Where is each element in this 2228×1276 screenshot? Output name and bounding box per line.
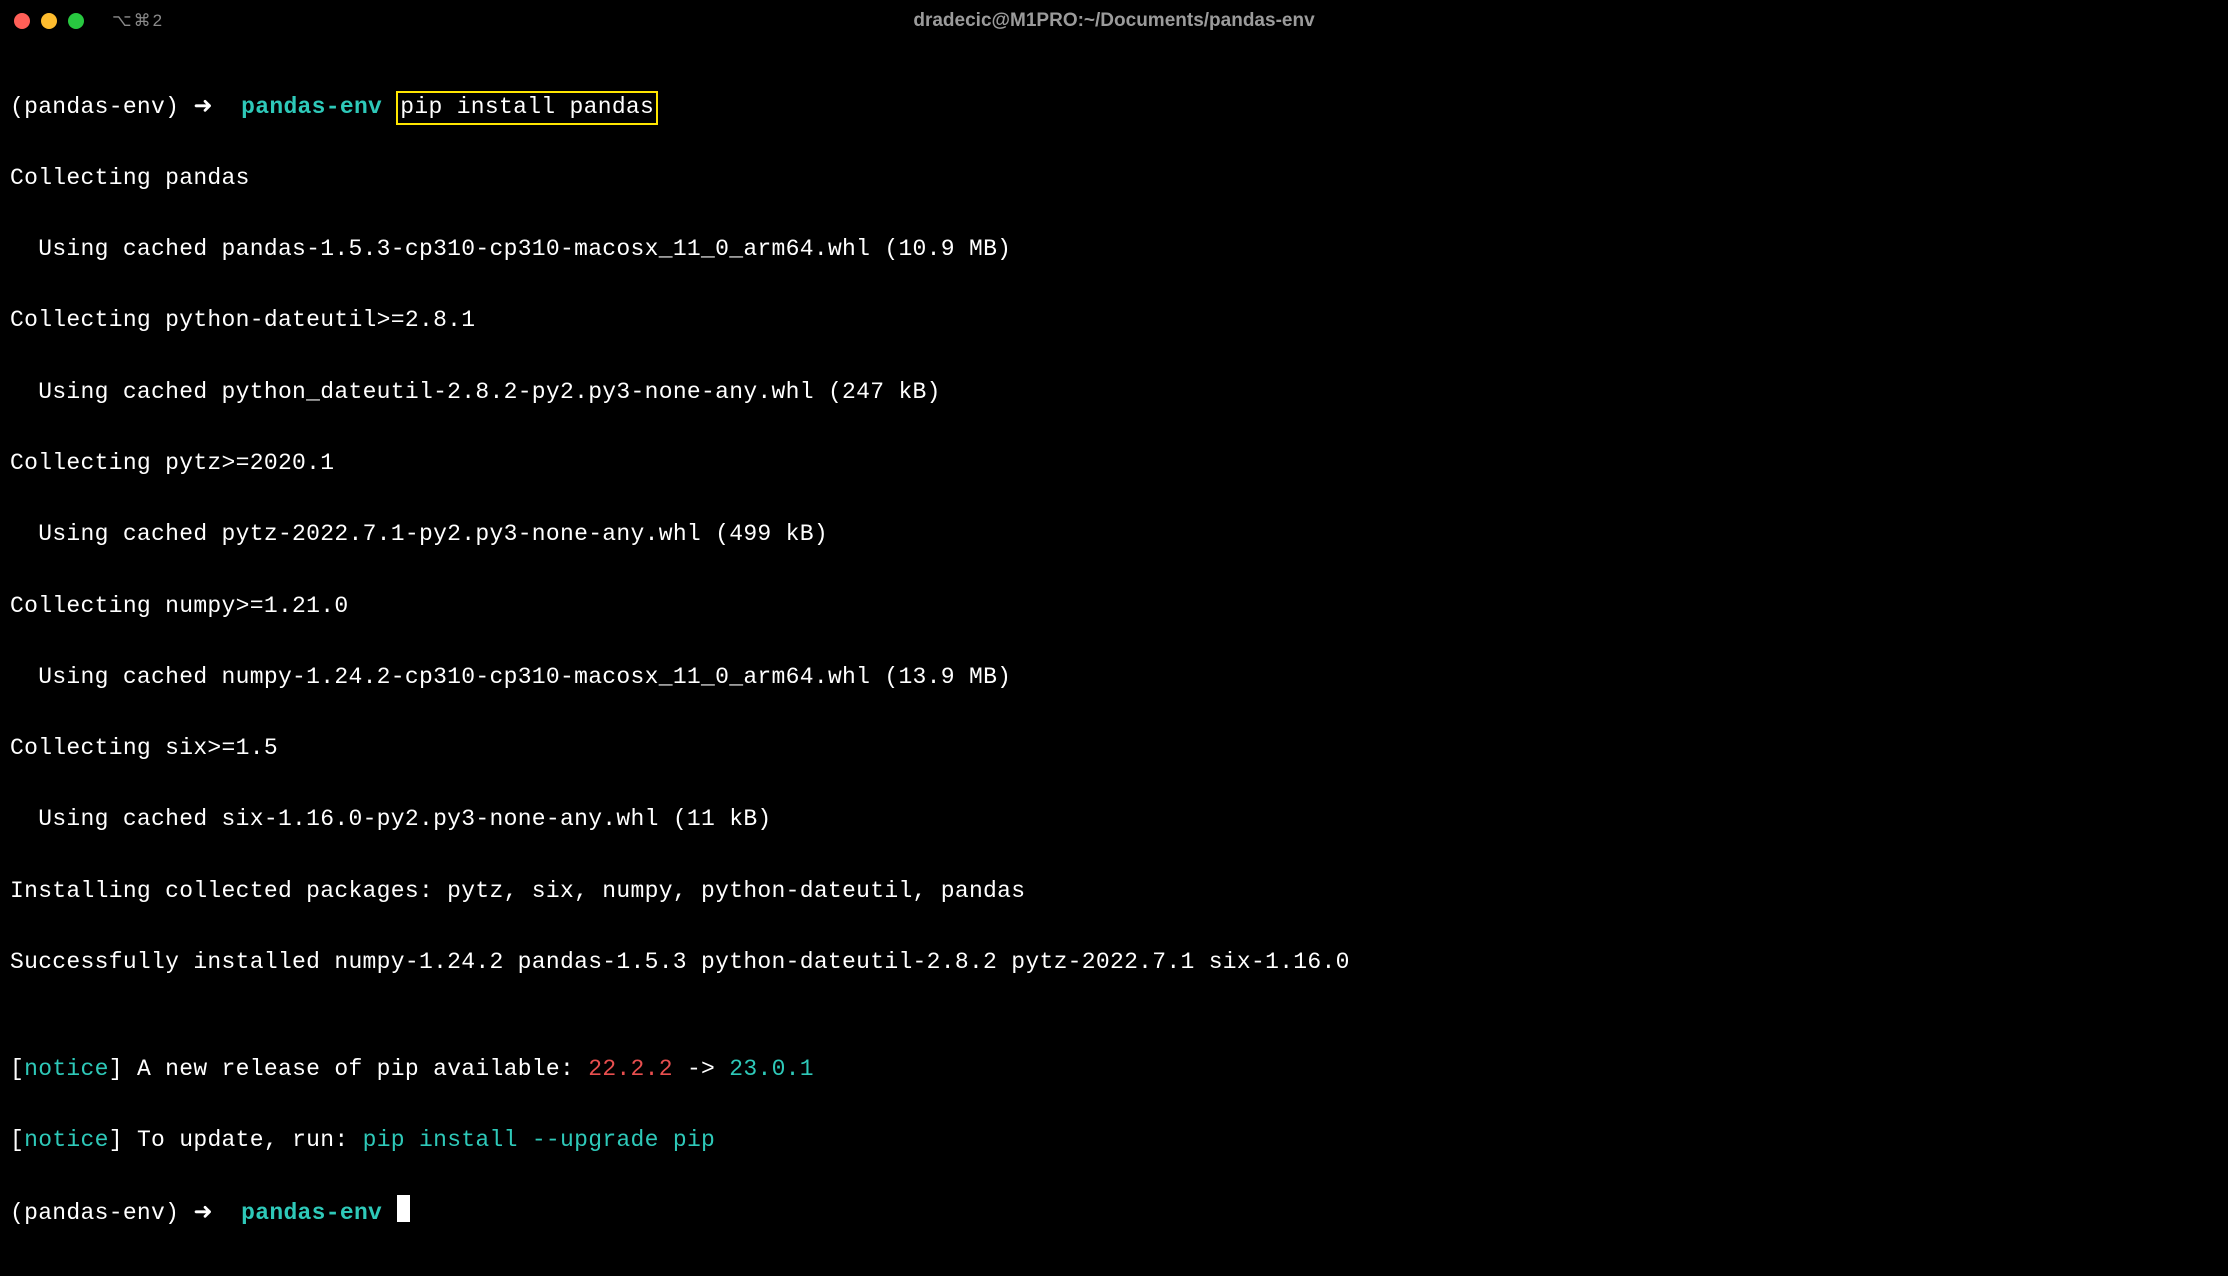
pip-upgrade-command: pip install --upgrade pip xyxy=(363,1127,716,1153)
output-line: Collecting numpy>=1.21.0 xyxy=(10,589,2218,625)
traffic-lights xyxy=(14,13,84,29)
output-line: Using cached python_dateutil-2.8.2-py2.p… xyxy=(10,375,2218,411)
window-titlebar: ⌥⌘2 dradecic@M1PRO:~/Documents/pandas-en… xyxy=(0,0,2228,42)
window-title: dradecic@M1PRO:~/Documents/pandas-env xyxy=(913,6,1314,35)
prompt-line-2: (pandas-env) ➜ pandas-env xyxy=(10,1195,2218,1232)
tab-shortcut-indicator: ⌥⌘2 xyxy=(112,8,164,34)
notice-text: To update, run: xyxy=(123,1127,363,1153)
bracket: [ xyxy=(10,1056,24,1082)
output-line: Using cached pytz-2022.7.1-py2.py3-none-… xyxy=(10,517,2218,553)
bracket: ] xyxy=(109,1127,123,1153)
output-line: Collecting pandas xyxy=(10,161,2218,197)
pip-old-version: 22.2.2 xyxy=(588,1056,673,1082)
arrow-text: -> xyxy=(673,1056,729,1082)
highlighted-command: pip install pandas xyxy=(396,91,658,125)
bracket: ] xyxy=(109,1056,123,1082)
prompt-line-1: (pandas-env) ➜ pandas-env pip install pa… xyxy=(10,90,2218,126)
output-line: Collecting pytz>=2020.1 xyxy=(10,446,2218,482)
minimize-window-button[interactable] xyxy=(41,13,57,29)
output-line: Collecting six>=1.5 xyxy=(10,731,2218,767)
output-line: Using cached pandas-1.5.3-cp310-cp310-ma… xyxy=(10,232,2218,268)
venv-indicator: (pandas-env) xyxy=(10,94,179,120)
notice-tag: notice xyxy=(24,1127,109,1153)
bracket: [ xyxy=(10,1127,24,1153)
terminal-area[interactable]: (pandas-env) ➜ pandas-env pip install pa… xyxy=(0,42,2228,1276)
output-line: Collecting python-dateutil>=2.8.1 xyxy=(10,303,2218,339)
maximize-window-button[interactable] xyxy=(68,13,84,29)
output-line: Using cached numpy-1.24.2-cp310-cp310-ma… xyxy=(10,660,2218,696)
venv-indicator: (pandas-env) xyxy=(10,1200,179,1226)
cwd-label: pandas-env xyxy=(241,94,382,120)
pip-new-version: 23.0.1 xyxy=(729,1056,814,1082)
notice-text: A new release of pip available: xyxy=(123,1056,588,1082)
output-line: Using cached six-1.16.0-py2.py3-none-any… xyxy=(10,802,2218,838)
notice-tag: notice xyxy=(24,1056,109,1082)
close-window-button[interactable] xyxy=(14,13,30,29)
pip-notice-line-1: [notice] A new release of pip available:… xyxy=(10,1052,2218,1088)
pip-notice-line-2: [notice] To update, run: pip install --u… xyxy=(10,1123,2218,1159)
prompt-arrow-icon: ➜ xyxy=(193,1200,213,1226)
cursor-icon xyxy=(397,1195,410,1222)
output-line: Installing collected packages: pytz, six… xyxy=(10,874,2218,910)
prompt-arrow-icon: ➜ xyxy=(193,94,213,120)
output-line: Successfully installed numpy-1.24.2 pand… xyxy=(10,945,2218,981)
cwd-label: pandas-env xyxy=(241,1200,382,1226)
